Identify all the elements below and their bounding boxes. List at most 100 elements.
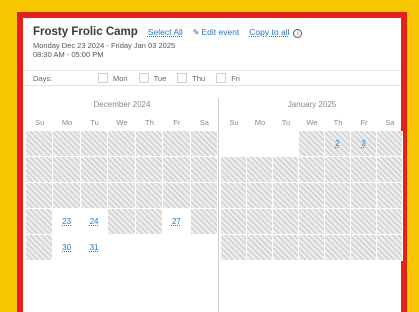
unavailable-day-cell [351,183,377,209]
empty-day-cell [163,235,191,261]
available-day-cell[interactable]: 31 [80,235,109,261]
day-checkbox-thu[interactable]: Thu [177,73,205,83]
weekday-header: Su [35,118,45,127]
empty-day-cell [135,235,164,261]
days-filter: Days: Mon Tue Thu Fri [23,70,401,86]
weekday-header: Th [333,118,343,127]
checkbox[interactable] [138,73,149,83]
days-label: Days: [33,73,53,83]
unavailable-day-cell [53,131,81,157]
available-day-cell[interactable]: 30 [53,235,81,261]
date-range: Monday Dec 23 2024 - Friday Jan 03 2025 [33,41,176,50]
unavailable-day-cell [351,157,377,183]
unavailable-day-cell [377,209,403,235]
day-grid: 23 [221,131,403,261]
unavailable-day-cell [325,235,351,261]
day-label: Thu [192,73,206,83]
unavailable-day-cell [80,157,109,183]
empty-day-cell [247,131,273,157]
pencil-icon: ✎ [192,28,200,37]
time-range: 08:30 AM - 05:00 PM [33,50,104,59]
unavailable-day-cell [26,235,54,261]
checkbox[interactable] [98,73,108,83]
weekday-header: Tu [90,118,99,127]
unavailable-day-cell [190,183,218,209]
edit-event-link[interactable]: ✎ Edit event [193,27,240,37]
unavailable-day-cell [135,183,164,209]
available-day-cell[interactable]: 3 [351,131,377,157]
weekday-header: Fr [173,118,181,127]
edit-event-label: Edit event [201,27,240,37]
unavailable-day-cell [299,157,325,183]
unavailable-day-cell [299,209,325,235]
day-label: Tue [153,73,167,83]
day-label: Mon [113,73,128,83]
available-day-cell[interactable]: 27 [163,209,191,235]
unavailable-day-cell [135,157,164,183]
day-grid: 23 24 27 30 31 [26,131,218,261]
unavailable-day-cell [108,131,136,157]
event-calendar-panel: Frosty Frolic Camp Select All ✎ Edit even… [23,18,403,312]
weekday-header-row: Su Mo Tu We Th Fr Sa [221,112,403,131]
unavailable-day-cell [163,131,191,157]
unavailable-day-cell [80,183,109,209]
unavailable-day-cell [325,157,351,183]
unavailable-day-cell [108,209,136,235]
info-icon[interactable]: i [293,29,303,38]
unavailable-day-cell [351,209,377,235]
unavailable-day-cell [135,131,164,157]
unavailable-day-cell [273,235,299,261]
empty-day-cell [273,131,299,157]
empty-day-cell [108,235,136,261]
available-day-cell[interactable]: 23 [53,209,81,235]
unavailable-day-cell [377,235,403,261]
copy-to-all-label: Copy to all [249,27,290,37]
unavailable-day-cell [190,209,218,235]
unavailable-day-cell [377,183,403,209]
unavailable-day-cell [299,183,325,209]
empty-day-cell [221,131,247,157]
month-title: December 2024 [93,100,151,109]
unavailable-day-cell [26,131,54,157]
unavailable-day-cell [221,157,247,183]
unavailable-day-cell [377,131,403,157]
unavailable-day-cell [273,183,299,209]
day-checkbox-fri[interactable]: Fri [216,73,240,83]
highlight-frame: Frosty Frolic Camp Select All ✎ Edit even… [17,12,407,312]
select-all-link[interactable]: Select All [148,27,183,37]
day-checkbox-mon[interactable]: Mon [98,73,128,83]
unavailable-day-cell [80,131,109,157]
weekday-header: Mo [254,118,266,127]
unavailable-day-cell [108,183,136,209]
weekday-header: Sa [385,118,395,127]
available-day-cell[interactable]: 24 [80,209,109,235]
calendar-december: December 2024 Su Mo Tu We Th Fr Sa 23 24 2… [26,98,219,312]
unavailable-day-cell [26,209,54,235]
weekday-header: Tu [281,118,291,127]
checkbox[interactable] [177,73,188,83]
unavailable-day-cell [325,183,351,209]
unavailable-day-cell [108,157,136,183]
day-label: Fri [231,73,240,83]
unavailable-day-cell [299,131,325,157]
event-title: Frosty Frolic Camp [33,26,138,38]
unavailable-day-cell [247,183,273,209]
unavailable-day-cell [221,183,247,209]
unavailable-day-cell [163,183,191,209]
weekday-header: We [306,118,318,127]
unavailable-day-cell [221,209,247,235]
unavailable-day-cell [325,209,351,235]
unavailable-day-cell [299,235,325,261]
unavailable-day-cell [53,183,81,209]
checkbox[interactable] [216,73,227,83]
calendar-january: January 2025 Su Mo Tu We Th Fr Sa 23 [221,98,403,312]
available-day-cell[interactable]: 2 [325,131,351,157]
weekday-header: Su [229,118,239,127]
unavailable-day-cell [247,209,273,235]
day-checkbox-tue[interactable]: Tue [138,73,167,83]
copy-to-all-link[interactable]: Copy to all i [249,27,303,38]
unavailable-day-cell [221,235,247,261]
unavailable-day-cell [190,131,218,157]
unavailable-day-cell [26,183,54,209]
month-title: January 2025 [287,100,337,109]
